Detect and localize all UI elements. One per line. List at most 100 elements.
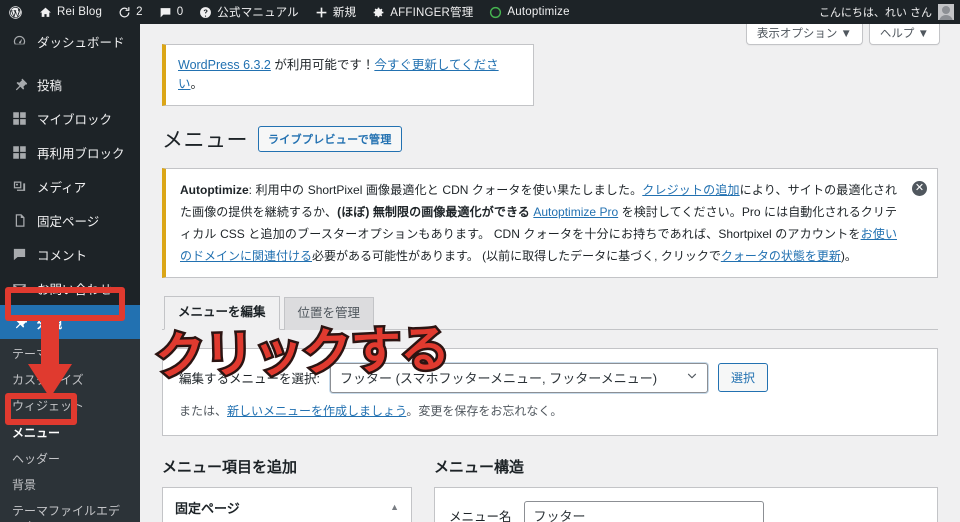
menu-name-label: メニュー名	[449, 509, 512, 522]
new-content-label: 新規	[332, 7, 357, 19]
comment-icon	[159, 6, 172, 19]
menu-select-row: 編集するメニューを選択: フッター (スマホフッターメニュー, フッターメニュー…	[179, 362, 921, 393]
page-icon	[10, 213, 28, 228]
sidebar-label: 再利用ブロック	[37, 146, 125, 161]
appearance-icon	[10, 315, 28, 330]
page-title: メニュー ライブプレビューで管理	[162, 124, 938, 154]
pages-metabox-title: 固定ページ	[175, 500, 240, 516]
autoptimize-label: Autoptimize	[507, 6, 570, 18]
hint-prefix: または、	[179, 403, 228, 418]
avatar	[938, 4, 954, 20]
menu-columns: メニュー項目を追加 固定ページ ▲ 最近 すべて表示 検索	[162, 456, 938, 522]
media-icon	[10, 179, 28, 194]
new-content-menu-item[interactable]: 新規	[307, 0, 364, 24]
menu-select-hint: または、新しいメニューを作成しましょう。変更を保存をお忘れなく。	[179, 402, 921, 419]
structure-heading: メニュー構造	[434, 458, 525, 476]
tab-edit-menus[interactable]: メニューを編集	[164, 296, 280, 330]
help-icon	[199, 6, 212, 19]
autoptimize-notice: ✕ Autoptimize: 利用中の ShortPixel 画像最適化と CD…	[162, 167, 938, 279]
wp-logo-menu-item[interactable]	[0, 0, 31, 24]
add-credits-link[interactable]: クレジットの追加	[642, 183, 739, 197]
screen-options-toggle[interactable]: 表示オプション ▼	[745, 24, 863, 45]
close-icon[interactable]: ✕	[912, 180, 927, 196]
menu-select-panel: 編集するメニューを選択: フッター (スマホフッターメニュー, フッターメニュー…	[162, 347, 938, 436]
pages-metabox-header[interactable]: 固定ページ ▲	[163, 488, 411, 522]
circle-icon	[489, 6, 502, 19]
menu-select-value: フッター (スマホフッターメニュー, フッターメニュー)	[339, 371, 658, 386]
comments-count: 0	[176, 6, 184, 18]
menu-select-dropdown[interactable]: フッター (スマホフッターメニュー, フッターメニュー)	[329, 362, 708, 393]
submenu-item-theme-editor[interactable]: テーマファイルエディター	[0, 498, 140, 522]
block-icon	[10, 145, 28, 160]
sidebar-item-comments[interactable]: コメント	[0, 237, 140, 271]
manual-menu-item[interactable]: 公式マニュアル	[191, 0, 307, 24]
screen-meta-links: 表示オプション ▼ ヘルプ ▼	[745, 24, 940, 45]
add-menu-items-column: メニュー項目を追加 固定ページ ▲ 最近 すべて表示 検索	[162, 456, 412, 522]
update-icon	[118, 6, 131, 19]
update-notice: WordPress 6.3.2 が利用可能です！今すぐ更新してください。	[162, 44, 534, 106]
pages-metabox: 固定ページ ▲ 最近 すべて表示 検索 サイトマップ	[162, 486, 412, 522]
tab-manage-locations[interactable]: 位置を管理	[283, 297, 375, 330]
block-icon	[10, 111, 28, 126]
submenu-item-menus[interactable]: メニュー	[0, 420, 140, 446]
mail-icon	[10, 281, 28, 296]
autoptimize-pro-link[interactable]: Autoptimize Pro	[533, 205, 618, 219]
sidebar-item-contact[interactable]: お問い合わせ	[0, 271, 140, 305]
appearance-submenu: テーマ カスタマイズ ウィジェット メニュー ヘッダー 背景 テーマファイルエデ…	[0, 339, 140, 522]
autoptimize-notice-p1a: : 利用中の ShortPixel 画像最適化と CDN クォータを使い果たしま…	[248, 182, 643, 197]
sidebar-label: 投稿	[37, 78, 63, 93]
manual-label: 公式マニュアル	[217, 7, 299, 19]
menu-name-input[interactable]: フッター	[523, 500, 764, 522]
dashboard-icon	[10, 34, 28, 49]
chevron-up-icon[interactable]: ▲	[390, 502, 399, 512]
greeting-label: こんにちは、れい さん	[818, 7, 932, 19]
updates-menu-item[interactable]: 2	[110, 0, 151, 24]
affinger-admin-menu-item[interactable]: AFFINGER管理	[364, 0, 481, 24]
sidebar-label: コメント	[37, 248, 88, 263]
sidebar-label: メディア	[37, 180, 87, 195]
sidebar-label: お問い合わせ	[37, 282, 113, 297]
menu-select-label: 編集するメニューを選択:	[179, 372, 320, 386]
post-icon	[10, 77, 28, 92]
create-new-menu-link[interactable]: 新しいメニューを作成しましょう	[227, 404, 406, 418]
update-notice-mid: が利用可能です！	[270, 58, 375, 72]
sidebar-label: 固定ページ	[37, 214, 100, 229]
plus-icon	[315, 6, 328, 19]
page-wrap: WordPress 6.3.2 が利用可能です！今すぐ更新してください。 メニュ…	[140, 24, 960, 522]
help-toggle[interactable]: ヘルプ ▼	[868, 24, 940, 45]
wordpress-version-link[interactable]: WordPress 6.3.2	[178, 58, 271, 72]
submenu-item-background[interactable]: 背景	[0, 472, 140, 498]
submenu-item-themes[interactable]: テーマ	[0, 341, 140, 367]
submenu-item-header[interactable]: ヘッダー	[0, 446, 140, 472]
sidebar-item-pages[interactable]: 固定ページ	[0, 203, 140, 237]
menu-structure-column: メニュー構造 メニュー名 フッター 好みの順番に各項目をドラッグしてください。項…	[434, 456, 938, 522]
select-menu-button[interactable]: 選択	[717, 363, 768, 392]
chevron-down-icon	[686, 370, 698, 385]
menu-structure-box: メニュー名 フッター 好みの順番に各項目をドラッグしてください。項目の右側の矢印…	[434, 486, 938, 522]
sidebar-label: マイブロック	[37, 112, 113, 127]
my-account-menu-item[interactable]: こんにちは、れい さん	[819, 4, 960, 20]
autoptimize-menu-item[interactable]: Autoptimize	[481, 0, 577, 24]
submenu-item-customize[interactable]: カスタマイズ	[0, 367, 140, 393]
live-preview-button[interactable]: ライブプレビューで管理	[258, 125, 402, 152]
sidebar-item-posts[interactable]: 投稿	[0, 67, 140, 101]
update-notice-end: 。	[190, 76, 204, 91]
page-title-text: メニュー	[162, 128, 248, 152]
sidebar-item-reusable-blocks[interactable]: 再利用ブロック	[0, 135, 140, 169]
sidebar-item-myblocks[interactable]: マイブロック	[0, 101, 140, 135]
admin-bar: Rei Blog 2 0 公式マニュアル 新規 AFFINGER管理 Autop…	[0, 0, 960, 24]
updates-count: 2	[136, 6, 143, 18]
affinger-admin-label: AFFINGER管理	[390, 7, 474, 19]
sidebar-item-appearance[interactable]: 外観	[0, 305, 148, 339]
sidebar-label: ダッシュボード	[37, 35, 125, 50]
sidebar-item-dashboard[interactable]: ダッシュボード	[0, 24, 140, 58]
autoptimize-notice-p4a: )。	[840, 249, 857, 264]
sidebar-item-media[interactable]: メディア	[0, 169, 140, 203]
site-name-menu-item[interactable]: Rei Blog	[31, 0, 110, 24]
refresh-quota-link[interactable]: クォータの状態を更新	[721, 249, 841, 263]
menu-name-row: メニュー名 フッター	[435, 487, 937, 522]
sidebar-separator	[0, 58, 140, 67]
comments-menu-item[interactable]: 0	[151, 0, 192, 24]
submenu-item-widgets[interactable]: ウィジェット	[0, 393, 140, 419]
nav-tabs: メニューを編集 位置を管理	[162, 296, 938, 330]
